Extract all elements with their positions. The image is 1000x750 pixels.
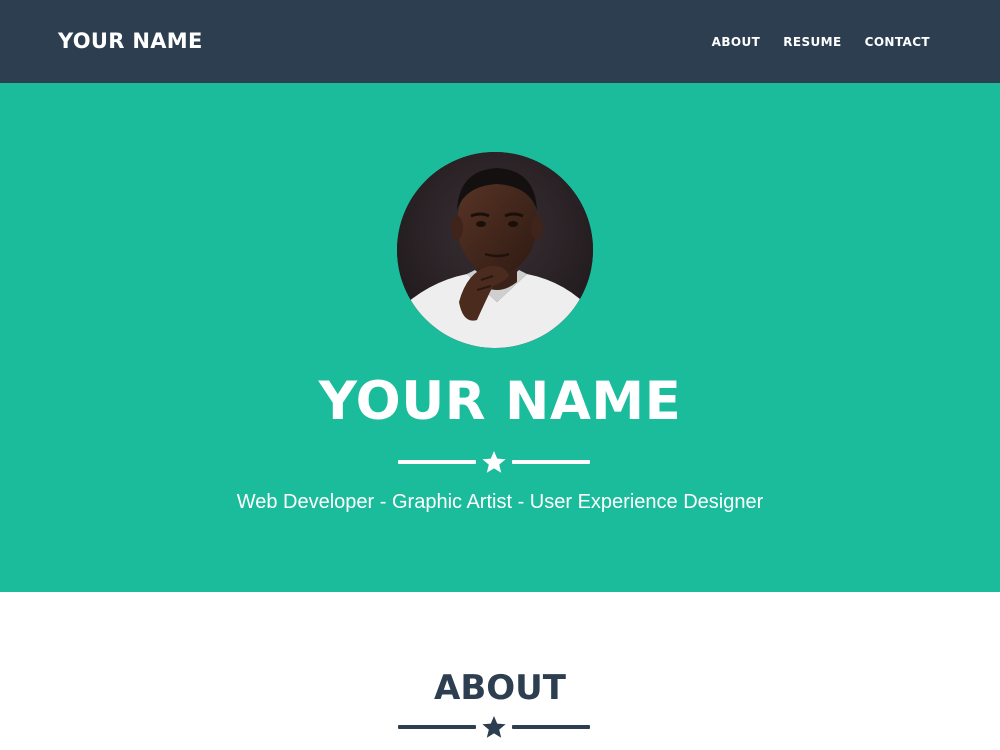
- divider-line-right: [512, 460, 590, 464]
- divider-line-right: [512, 725, 590, 729]
- navbar: YOUR NAME ABOUT RESUME CONTACT: [0, 0, 1000, 83]
- divider-line-left: [398, 460, 476, 464]
- hero-title: YOUR NAME: [318, 371, 682, 432]
- nav-link-resume[interactable]: RESUME: [783, 34, 841, 50]
- nav-link-contact[interactable]: CONTACT: [865, 34, 930, 50]
- hero-subtitle: Web Developer - Graphic Artist - User Ex…: [236, 491, 764, 513]
- star-icon: [482, 451, 506, 473]
- nav-link-about[interactable]: ABOUT: [712, 34, 761, 50]
- hero-section: YOUR NAME Web Developer - Graphic Artist…: [0, 83, 1000, 592]
- avatar-portrait: [397, 152, 593, 348]
- about-title: ABOUT: [434, 668, 566, 708]
- star-icon: [482, 716, 506, 738]
- hero-divider: [398, 450, 590, 474]
- avatar: [397, 152, 593, 348]
- divider-line-left: [398, 725, 476, 729]
- about-divider: [398, 715, 590, 739]
- nav-links: ABOUT RESUME CONTACT: [712, 34, 930, 50]
- brand-link[interactable]: YOUR NAME: [58, 27, 203, 55]
